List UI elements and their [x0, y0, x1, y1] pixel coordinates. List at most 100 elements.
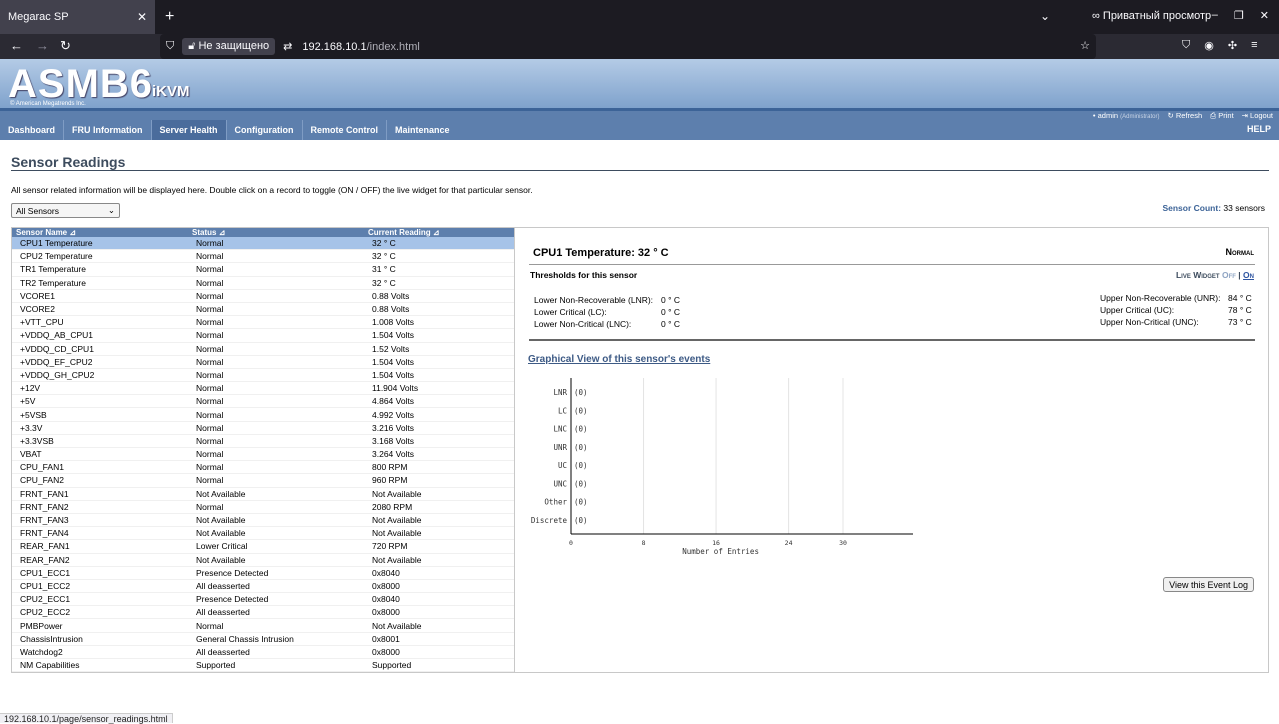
star-icon[interactable]: ☆: [1080, 39, 1090, 52]
menu-configuration[interactable]: Configuration: [227, 120, 303, 140]
minimize-icon[interactable]: –: [1212, 9, 1218, 22]
reload-icon[interactable]: ↻: [60, 38, 71, 54]
table-row[interactable]: +VDDQ_AB_CPU1Normal1.504 Volts: [12, 329, 514, 342]
table-row[interactable]: PMBPowerNormalNot Available: [12, 619, 514, 632]
menu-icon[interactable]: ≡: [1251, 39, 1257, 52]
table-row[interactable]: TR1 TemperatureNormal31 ° C: [12, 263, 514, 276]
cell-sensor-name: FRNT_FAN2: [12, 502, 188, 512]
table-row[interactable]: VCORE1Normal0.88 Volts: [12, 290, 514, 303]
col-sensor-name[interactable]: Sensor Name ⊿: [12, 228, 188, 237]
cell-status: Normal: [188, 410, 364, 420]
cell-reading: 720 RPM: [364, 541, 514, 551]
events-chart: 08162430LNR(0)LC(0)LNC(0)UNR(0)UC(0)UNC(…: [523, 372, 923, 572]
cell-sensor-name: TR2 Temperature: [12, 278, 188, 288]
table-row[interactable]: +VDDQ_GH_CPU2Normal1.504 Volts: [12, 369, 514, 382]
cell-sensor-name: +3.3V: [12, 423, 188, 433]
shield-icon[interactable]: ⛉: [166, 40, 174, 53]
category-label: UNR: [553, 443, 567, 452]
threshold-row: Upper Non-Critical (UNC):73 ° C: [1100, 317, 1252, 329]
cell-status: Normal: [188, 621, 364, 631]
table-row[interactable]: +3.3VNormal3.216 Volts: [12, 422, 514, 435]
category-label: UC: [558, 461, 567, 470]
restore-icon[interactable]: ❐: [1234, 9, 1244, 22]
menu-fru-information[interactable]: FRU Information: [64, 120, 152, 140]
back-icon[interactable]: ←: [10, 38, 23, 53]
browser-tab[interactable]: Megarac SP ✕: [0, 0, 155, 34]
table-row[interactable]: ChassisIntrusionGeneral Chassis Intrusio…: [12, 633, 514, 646]
cell-status: Normal: [188, 475, 364, 485]
table-row[interactable]: REAR_FAN2Not AvailableNot Available: [12, 554, 514, 567]
table-row[interactable]: CPU1_ECC1Presence Detected0x8040: [12, 567, 514, 580]
table-row[interactable]: REAR_FAN1Lower Critical720 RPM: [12, 540, 514, 553]
cell-sensor-name: REAR_FAN2: [12, 555, 188, 565]
table-row[interactable]: CPU1 TemperatureNormal32 ° C: [12, 237, 514, 250]
table-row[interactable]: +12VNormal11.904 Volts: [12, 382, 514, 395]
table-row[interactable]: +VDDQ_CD_CPU1Normal1.52 Volts: [12, 343, 514, 356]
cell-sensor-name: +3.3VSB: [12, 436, 188, 446]
view-event-log-button[interactable]: View this Event Log: [1163, 577, 1254, 592]
status-url: 192.168.10.1/page/sensor_readings.html: [0, 713, 173, 723]
menu-remote-control[interactable]: Remote Control: [303, 120, 388, 140]
col-status[interactable]: Status ⊿: [188, 228, 364, 237]
forward-icon[interactable]: →: [36, 38, 49, 53]
table-row[interactable]: FRNT_FAN2Normal2080 RPM: [12, 501, 514, 514]
cell-reading: 2080 RPM: [364, 502, 514, 512]
table-row[interactable]: +5VSBNormal4.992 Volts: [12, 408, 514, 421]
pocket-icon[interactable]: ⛉: [1182, 39, 1190, 52]
table-row[interactable]: +5VNormal4.864 Volts: [12, 395, 514, 408]
app-header: ASMB6 iKVM © American Megatrends Inc.: [0, 59, 1279, 111]
table-row[interactable]: CPU2_ECC2All deasserted0x8000: [12, 606, 514, 619]
value-label: (0): [574, 498, 588, 507]
live-on-link[interactable]: On: [1243, 270, 1254, 280]
table-row[interactable]: Watchdog2All deasserted0x8000: [12, 646, 514, 659]
col-current-reading[interactable]: Current Reading ⊿: [364, 228, 514, 237]
table-body: CPU1 TemperatureNormal32 ° CCPU2 Tempera…: [12, 237, 514, 672]
close-icon[interactable]: ✕: [137, 10, 147, 24]
graphical-view-link[interactable]: Graphical View of this sensor's events: [528, 354, 710, 365]
browser-tabbar: Megarac SP ✕ + ⌄ ∞ Приватный просмотр – …: [0, 0, 1279, 34]
account-icon[interactable]: ◉: [1204, 39, 1214, 52]
table-row[interactable]: CPU_FAN2Normal960 RPM: [12, 474, 514, 487]
cell-status: Normal: [188, 238, 364, 248]
table-row[interactable]: +VDDQ_EF_CPU2Normal1.504 Volts: [12, 356, 514, 369]
table-row[interactable]: CPU2 TemperatureNormal32 ° C: [12, 250, 514, 263]
menu-maintenance[interactable]: Maintenance: [387, 120, 458, 140]
table-row[interactable]: FRNT_FAN3Not AvailableNot Available: [12, 514, 514, 527]
value-label: (0): [574, 425, 588, 434]
table-row[interactable]: VCORE2Normal0.88 Volts: [12, 303, 514, 316]
cell-reading: 32 ° C: [364, 251, 514, 261]
url-bar[interactable]: ⛉ 🔓︎ Не защищено ⇄ 192.168.10.1/index.ht…: [160, 34, 1096, 59]
upper-thresholds: Upper Non-Recoverable (UNR):84 ° C Upper…: [1100, 293, 1252, 329]
permissions-icon[interactable]: ⇄: [283, 40, 292, 53]
cell-sensor-name: CPU1_ECC1: [12, 568, 188, 578]
table-row[interactable]: NM CapabilitiesSupportedSupported: [12, 659, 514, 672]
table-row[interactable]: VBATNormal3.264 Volts: [12, 448, 514, 461]
table-row[interactable]: +3.3VSBNormal3.168 Volts: [12, 435, 514, 448]
close-window-icon[interactable]: ✕: [1260, 9, 1269, 22]
table-row[interactable]: CPU_FAN1Normal800 RPM: [12, 461, 514, 474]
not-secure-badge[interactable]: 🔓︎ Не защищено: [182, 38, 275, 55]
table-row[interactable]: FRNT_FAN1Not AvailableNot Available: [12, 488, 514, 501]
sensor-filter-select[interactable]: All Sensors ⌄: [11, 203, 120, 218]
table-row[interactable]: CPU1_ECC2All deasserted0x8000: [12, 580, 514, 593]
menu-dashboard[interactable]: Dashboard: [0, 120, 64, 140]
live-off-link[interactable]: Off: [1222, 270, 1236, 280]
cell-status: Normal: [188, 291, 364, 301]
cell-status: Presence Detected: [188, 594, 364, 604]
help-link[interactable]: HELP: [1247, 124, 1271, 134]
cell-sensor-name: +VDDQ_AB_CPU1: [12, 330, 188, 340]
main-menu: Dashboard FRU Information Server Health …: [0, 120, 1279, 140]
menu-server-health[interactable]: Server Health: [152, 120, 227, 140]
table-row[interactable]: FRNT_FAN4Not AvailableNot Available: [12, 527, 514, 540]
table-row[interactable]: +VTT_CPUNormal1.008 Volts: [12, 316, 514, 329]
widget-state: Normal: [1226, 247, 1255, 257]
extensions-icon[interactable]: ✣: [1228, 39, 1237, 52]
table-row[interactable]: TR2 TemperatureNormal32 ° C: [12, 277, 514, 290]
cell-status: Normal: [188, 436, 364, 446]
plus-icon[interactable]: +: [165, 8, 174, 26]
cell-sensor-name: TR1 Temperature: [12, 264, 188, 274]
chevron-down-icon[interactable]: ⌄: [1040, 9, 1050, 23]
table-row[interactable]: CPU2_ECC1Presence Detected0x8040: [12, 593, 514, 606]
cell-status: Normal: [188, 304, 364, 314]
mask-icon: ∞: [1092, 10, 1103, 22]
